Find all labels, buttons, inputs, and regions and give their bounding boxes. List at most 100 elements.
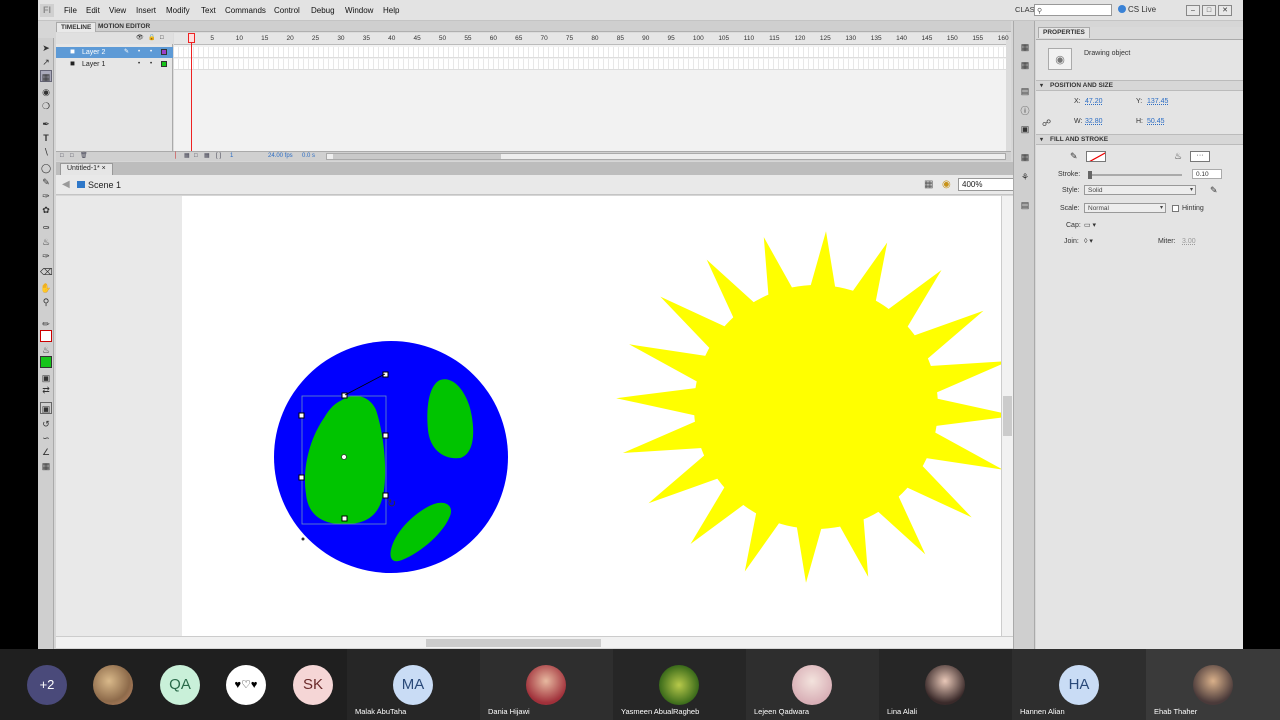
frame-number[interactable]: 110 [744, 35, 754, 42]
playhead[interactable] [191, 33, 192, 151]
delete-layer-icon[interactable]: 🗑 [80, 152, 88, 161]
text-tool-icon[interactable]: T [40, 132, 52, 144]
menu-view[interactable]: View [109, 6, 126, 15]
layer-outline-color[interactable] [161, 61, 167, 67]
frames-area[interactable]: 1510152025303540455055606570758085909510… [174, 33, 1009, 151]
library-panel-icon[interactable]: ▦ [1019, 151, 1031, 163]
menu-edit[interactable]: Edit [86, 6, 100, 15]
more-participants-badge[interactable]: +2 [27, 665, 67, 705]
scale-select[interactable]: Normal ▾ [1084, 203, 1166, 213]
participant-tile-ehab[interactable]: Ehab Thaher [1146, 649, 1280, 720]
stroke-slider-track[interactable] [1088, 174, 1182, 176]
eyedropper-tool-icon[interactable]: ✑ [40, 250, 52, 262]
frame-number[interactable]: 150 [947, 35, 958, 42]
tab-properties[interactable]: PROPERTIES [1038, 27, 1090, 38]
timeline-scrollbar[interactable] [326, 153, 1006, 160]
3d-rotation-tool-icon[interactable]: ◉ [40, 86, 52, 98]
stroke-color-swatch[interactable] [1086, 151, 1106, 162]
frame-number[interactable]: 95 [668, 35, 675, 42]
stage-horizontal-scrollbar[interactable] [56, 636, 1013, 648]
frame-row-layer-2[interactable] [174, 47, 1006, 58]
transform-point[interactable] [341, 454, 347, 460]
stroke-color-icon[interactable]: ✏ [40, 318, 52, 330]
stroke-slider-thumb[interactable] [1088, 171, 1092, 179]
participant-tile-yasmeen[interactable]: Yasmeen AbualRagheb [613, 649, 746, 720]
hand-tool-icon[interactable]: ✋ [40, 282, 52, 294]
section-position-size[interactable]: ▾ POSITION AND SIZE [1036, 80, 1243, 91]
frame-number[interactable]: 140 [896, 35, 907, 42]
document-tab[interactable]: Untitled-1* × [60, 163, 113, 175]
align-panel-icon[interactable]: ▤ [1019, 85, 1031, 97]
deco-tool-icon[interactable]: ✿ [40, 204, 52, 216]
edit-multiple-icon[interactable]: ▦ [204, 152, 210, 161]
oval-tool-icon[interactable]: ◯ [40, 162, 52, 174]
snap-icon[interactable]: ↺ [40, 418, 52, 430]
stroke-value-input[interactable]: 0.10 [1192, 169, 1222, 179]
frame-number[interactable]: 75 [566, 35, 573, 42]
modify-markers-icon[interactable]: [ ] [216, 152, 221, 161]
minimize-button[interactable]: – [1186, 5, 1200, 16]
menu-control[interactable]: Control [274, 6, 300, 15]
layer-row-layer-2[interactable]: ◼ Layer 2 ✎ • • [56, 47, 173, 58]
frame-number[interactable]: 80 [591, 35, 598, 42]
properties-panel-icon[interactable]: ▤ [1019, 199, 1031, 211]
pasteboard[interactable]: ↻ [56, 196, 1001, 636]
frame-number[interactable]: 15 [261, 35, 268, 42]
menu-insert[interactable]: Insert [136, 6, 156, 15]
swap-colors-icon[interactable]: ⇄ [40, 384, 52, 396]
edit-scene-icon[interactable]: ◉ [942, 179, 951, 190]
lock-dot[interactable]: • [150, 59, 152, 70]
selection-tool-icon[interactable]: ➤ [40, 42, 52, 54]
frame-number[interactable]: 65 [515, 35, 522, 42]
transform-handle[interactable] [341, 392, 348, 399]
eye-icon[interactable]: 👁 [136, 33, 144, 44]
info-panel-icon[interactable]: ⓘ [1019, 105, 1031, 117]
participant-tile-malak[interactable]: MA Malak AbuTaha [347, 649, 480, 720]
frame-number[interactable]: 60 [490, 35, 497, 42]
frame-number[interactable]: 145 [922, 35, 933, 42]
black-white-icon[interactable]: ▣ [40, 372, 52, 384]
frame-number[interactable]: 5 [210, 35, 214, 42]
scene-breadcrumb[interactable]: Scene 1 [88, 180, 121, 190]
swatches-panel-icon[interactable]: ▦ [1019, 59, 1031, 71]
brush-tool-icon[interactable]: ✑ [40, 190, 52, 202]
paint-bucket-tool-icon[interactable]: ♨ [40, 236, 52, 248]
components-panel-icon[interactable]: ⚘ [1019, 171, 1031, 183]
frame-number[interactable]: 130 [845, 35, 856, 42]
edit-symbols-icon[interactable]: ▦ [924, 179, 933, 190]
new-layer-icon[interactable]: □ [60, 152, 64, 161]
eraser-tool-icon[interactable]: ⌫ [40, 266, 53, 278]
fill-color-icon[interactable]: ♨ [40, 344, 52, 356]
free-transform-tool-icon[interactable]: ▦ [40, 70, 52, 82]
layer-outline-color[interactable] [161, 49, 167, 55]
sun[interactable] [616, 231, 1001, 583]
new-folder-icon[interactable]: □ [70, 152, 74, 161]
pencil-tool-icon[interactable]: ✎ [40, 176, 52, 188]
outline-icon[interactable]: □ [160, 33, 164, 44]
frame-number[interactable]: 115 [769, 35, 779, 42]
join-select[interactable]: ◊ ▾ [1084, 237, 1093, 245]
tab-motion-editor[interactable]: MOTION EDITOR [94, 22, 154, 32]
stage-vertical-scrollbar[interactable] [1001, 196, 1013, 636]
edit-stroke-style-icon[interactable]: ✎ [1210, 185, 1218, 196]
frame-number[interactable]: 10 [236, 35, 243, 42]
frame-number[interactable]: 120 [795, 35, 806, 42]
section-fill-stroke[interactable]: ▾ FILL AND STROKE [1036, 134, 1243, 145]
transform-handle[interactable] [298, 474, 305, 481]
frame-number[interactable]: 25 [312, 35, 319, 42]
lock-dot[interactable]: • [150, 47, 152, 58]
menu-help[interactable]: Help [383, 6, 399, 15]
frame-number[interactable]: 55 [464, 35, 471, 42]
frame-number[interactable]: 70 [541, 35, 548, 42]
back-arrow-icon[interactable]: ◀ [62, 179, 70, 190]
zoom-tool-icon[interactable]: ⚲ [40, 296, 52, 308]
scroll-thumb[interactable] [333, 154, 501, 159]
pen-tool-icon[interactable]: ✒ [40, 118, 52, 130]
scroll-thumb[interactable] [1003, 396, 1012, 436]
frame-number[interactable]: 35 [363, 35, 370, 42]
help-search-input[interactable]: ⚲ [1034, 4, 1112, 16]
lasso-tool-icon[interactable]: ❍ [40, 100, 52, 112]
transform-handle[interactable] [298, 412, 305, 419]
x-value[interactable]: 47.20 [1085, 98, 1103, 105]
stage-artwork[interactable]: ↻ [182, 196, 1001, 636]
